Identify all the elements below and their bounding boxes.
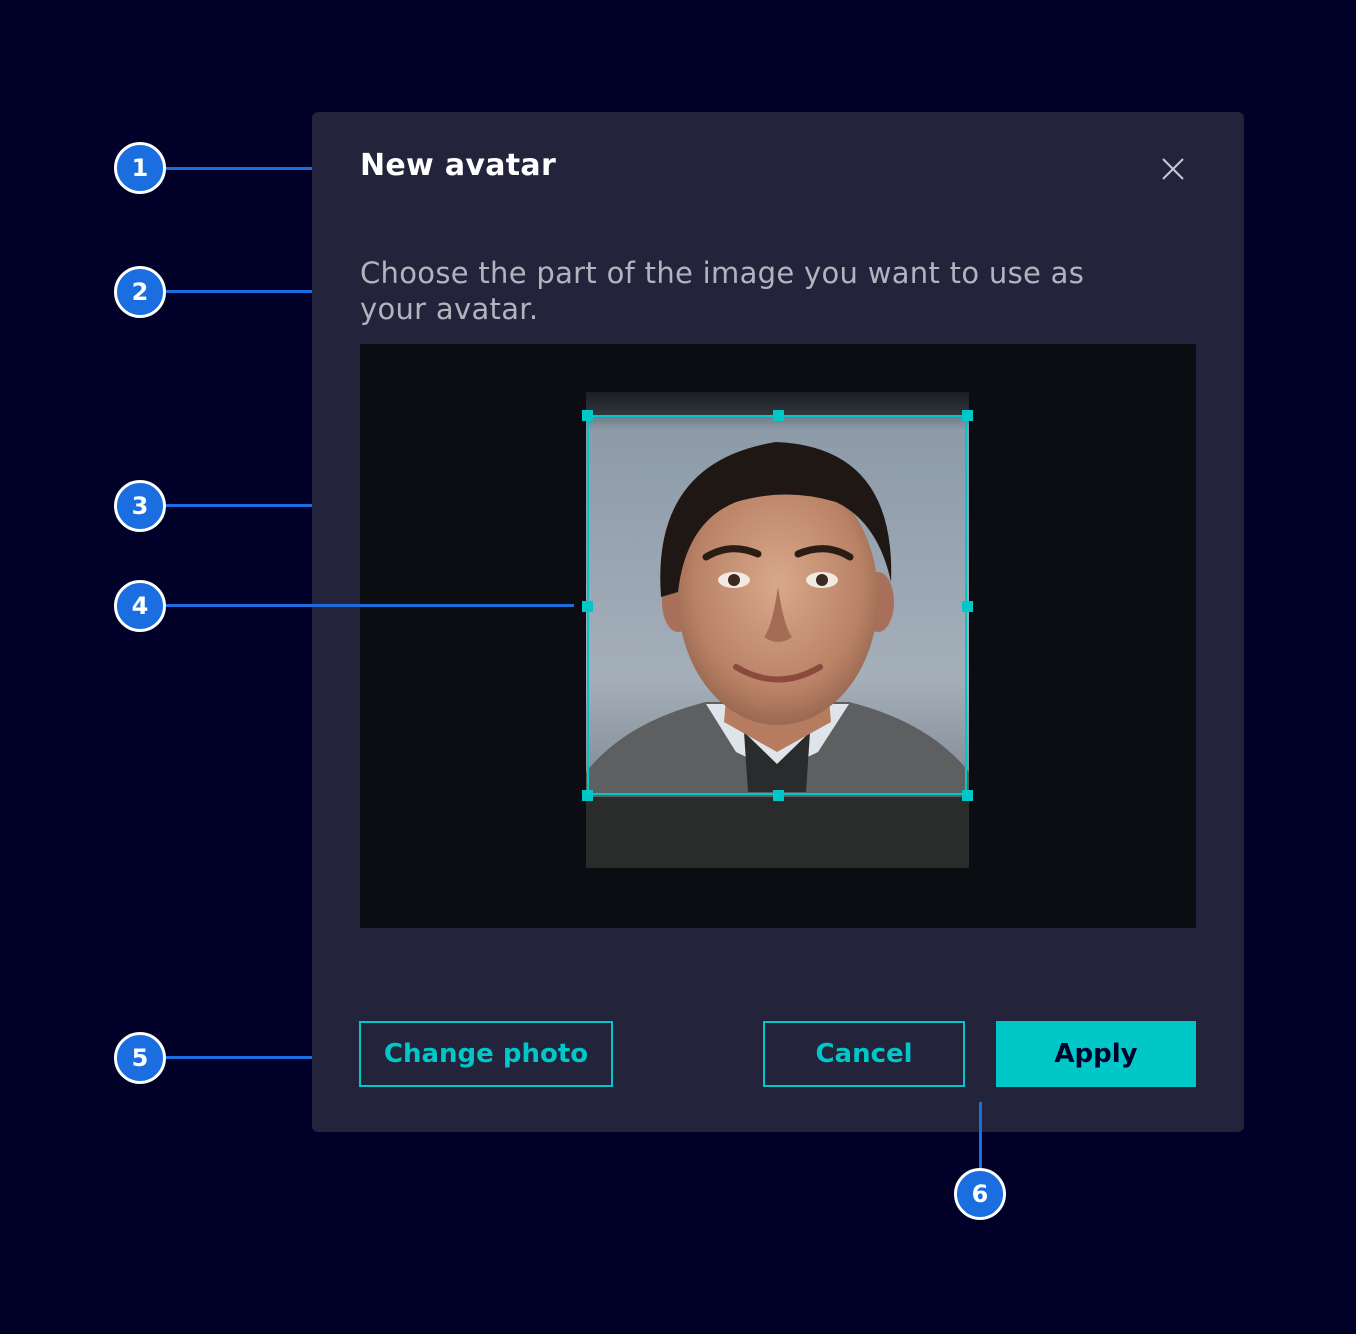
callout-3: 3	[114, 480, 166, 532]
cancel-button[interactable]: Cancel	[763, 1021, 965, 1087]
crop-handle-top-left[interactable]	[582, 410, 593, 421]
crop-selection[interactable]	[582, 410, 973, 801]
close-icon[interactable]	[1158, 154, 1188, 184]
callout-2: 2	[114, 266, 166, 318]
crop-handle-left[interactable]	[582, 601, 593, 612]
crop-handle-top[interactable]	[773, 410, 784, 421]
crop-handle-bottom-left[interactable]	[582, 790, 593, 801]
callout-6-line	[979, 1102, 982, 1168]
callout-4-line	[166, 604, 574, 607]
apply-button[interactable]: Apply	[996, 1021, 1196, 1087]
avatar-dialog: New avatar Choose the part of the image …	[312, 112, 1244, 1132]
callout-6: 6	[954, 1168, 1006, 1220]
dialog-description: Choose the part of the image you want to…	[360, 256, 1085, 326]
callout-1: 1	[114, 142, 166, 194]
crop-handle-bottom[interactable]	[773, 790, 784, 801]
change-photo-button[interactable]: Change photo	[359, 1021, 613, 1087]
callout-5: 5	[114, 1032, 166, 1084]
callout-4: 4	[114, 580, 166, 632]
dialog-title: New avatar	[360, 148, 557, 183]
image-crop-area	[360, 344, 1196, 928]
crop-handle-top-right[interactable]	[962, 410, 973, 421]
crop-handle-right[interactable]	[962, 601, 973, 612]
crop-handle-bottom-right[interactable]	[962, 790, 973, 801]
